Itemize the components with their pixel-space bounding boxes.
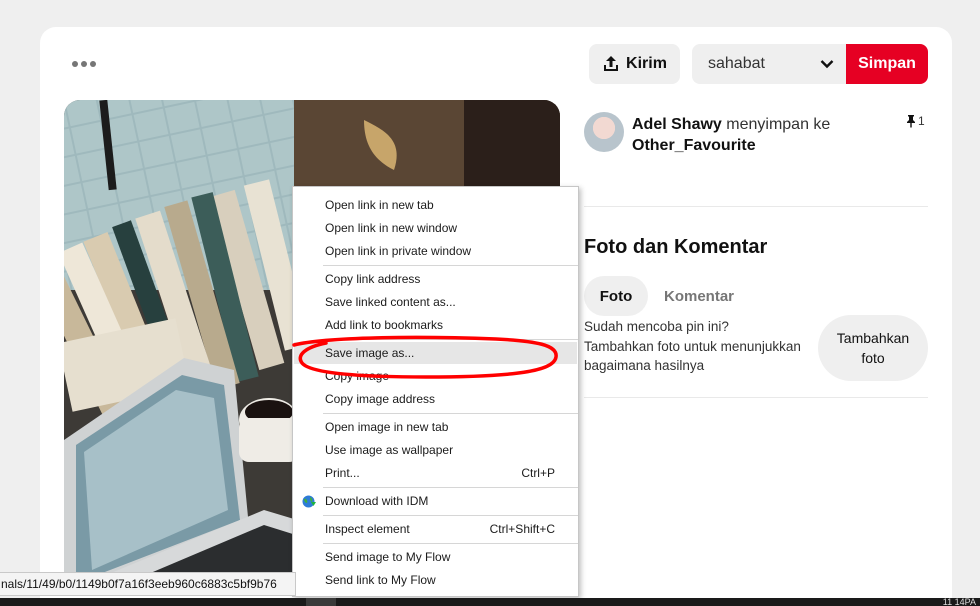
menu-separator [323,487,578,488]
menu-label: Download with IDM [325,494,429,508]
menu-label: Use image as wallpaper [325,443,454,457]
menu-label: Open image in new tab [325,420,449,434]
menu-use-wallpaper[interactable]: Use image as wallpaper [294,439,577,461]
pin-count: 1 [906,114,925,128]
menu-label: Copy image [325,369,390,383]
menu-label: Save image as... [325,346,415,360]
upload-icon [604,56,619,71]
menu-copy-link[interactable]: Copy link address [294,268,577,290]
menu-separator [323,543,578,544]
menu-copy-image[interactable]: Copy image [294,365,577,387]
board-dropdown[interactable]: sahabat [692,44,848,84]
menu-copy-image-address[interactable]: Copy image address [294,388,577,410]
menu-label: Copy link address [325,272,421,286]
try-prompt: Sudah mencoba pin ini? Tambahkan foto un… [584,317,810,376]
add-photo-label-1: Tambahkan [836,330,910,346]
menu-save-image[interactable]: Save image as... [294,342,577,364]
menu-label: Open link in new tab [325,198,434,212]
chevron-down-icon [820,60,834,69]
menu-open-link-new-tab[interactable]: Open link in new tab [294,194,577,216]
menu-label: Inspect element [325,522,410,536]
try-prompt-line2: Tambahkan foto untuk menunjukkan bagaima… [584,338,801,374]
add-photo-button[interactable]: Tambahkan foto [818,315,928,381]
menu-separator [323,265,578,266]
saver-name[interactable]: Adel Shawy [632,116,722,133]
menu-label: Print... [325,466,360,480]
menu-label: Copy image address [325,392,436,406]
save-button[interactable]: Simpan [846,44,928,84]
saver-action: menyimpan ke [721,116,831,133]
divider [584,397,928,398]
menu-inspect[interactable]: Inspect element Ctrl+Shift+C [294,518,577,540]
send-button[interactable]: Kirim [589,44,680,84]
pin-count-value: 1 [918,114,925,128]
taskbar-clock: 11 14PA [942,597,976,606]
menu-separator [323,413,578,414]
menu-open-link-new-window[interactable]: Open link in new window [294,217,577,239]
menu-label: Send image to My Flow [325,550,451,564]
saver-board-link[interactable]: Other_Favourite [632,137,756,155]
comments-section-title: Foto dan Komentar [584,236,768,258]
menu-label: Send link to My Flow [325,573,436,587]
menu-save-linked[interactable]: Save linked content as... [294,291,577,313]
saver-line: Adel Shawy menyimpan ke [632,116,830,134]
menu-open-link-private[interactable]: Open link in private window [294,240,577,262]
menu-label: Add link to bookmarks [325,318,444,332]
tab-comment[interactable]: Komentar [664,276,734,316]
divider [584,206,928,207]
add-photo-label-2: foto [861,350,885,366]
more-options-icon[interactable] [72,54,98,74]
menu-label: Save linked content as... [325,295,456,309]
context-menu: Open link in new tab Open link in new wi… [292,186,579,597]
menu-shortcut: Ctrl+P [521,466,555,480]
menu-separator [323,515,578,516]
board-dropdown-value: sahabat [708,55,765,72]
try-prompt-line1: Sudah mencoba pin ini? [584,319,729,334]
idm-globe-icon [302,495,316,508]
menu-label: Open link in new window [325,221,458,235]
tab-photo[interactable]: Foto [584,276,648,316]
taskbar: 11 14PA [0,598,980,606]
taskbar-button[interactable] [306,598,336,606]
menu-print[interactable]: Print... Ctrl+P [294,462,577,484]
pin-icon [907,115,915,128]
menu-download-idm[interactable]: Download with IDM [294,490,577,512]
menu-separator [323,339,578,340]
menu-open-image-tab[interactable]: Open image in new tab [294,416,577,438]
status-bar-url: nals/11/49/b0/1149b0f7a16f3eeb960c6883c5… [0,572,296,596]
avatar[interactable] [584,112,624,152]
menu-send-image-flow[interactable]: Send image to My Flow [294,546,577,568]
menu-add-bookmark[interactable]: Add link to bookmarks [294,314,577,336]
menu-shortcut: Ctrl+Shift+C [489,522,555,536]
menu-label: Open link in private window [325,244,472,258]
menu-send-link-flow[interactable]: Send link to My Flow [294,569,577,591]
send-label: Kirim [626,55,667,72]
